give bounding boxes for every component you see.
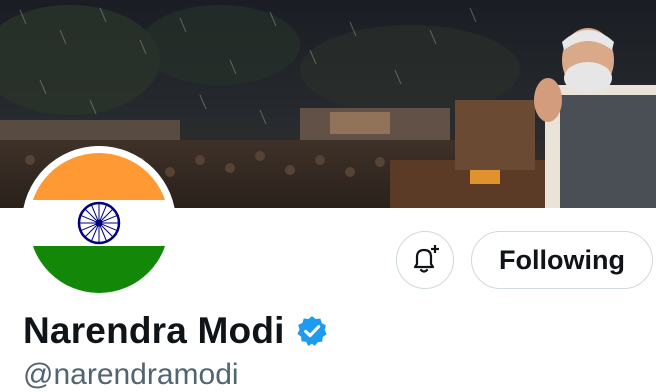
following-button-label: Following [499, 244, 625, 275]
bell-plus-icon [413, 245, 439, 273]
profile-name-row: Narendra Modi [23, 307, 329, 355]
following-button[interactable]: Following [471, 231, 653, 289]
indian-flag-avatar [22, 146, 176, 300]
display-name: Narendra Modi [23, 310, 285, 351]
profile-avatar[interactable] [22, 146, 176, 300]
profile-handle: @narendramodi [23, 358, 239, 391]
verified-badge-icon[interactable] [295, 314, 329, 348]
notifications-button[interactable] [396, 231, 454, 289]
